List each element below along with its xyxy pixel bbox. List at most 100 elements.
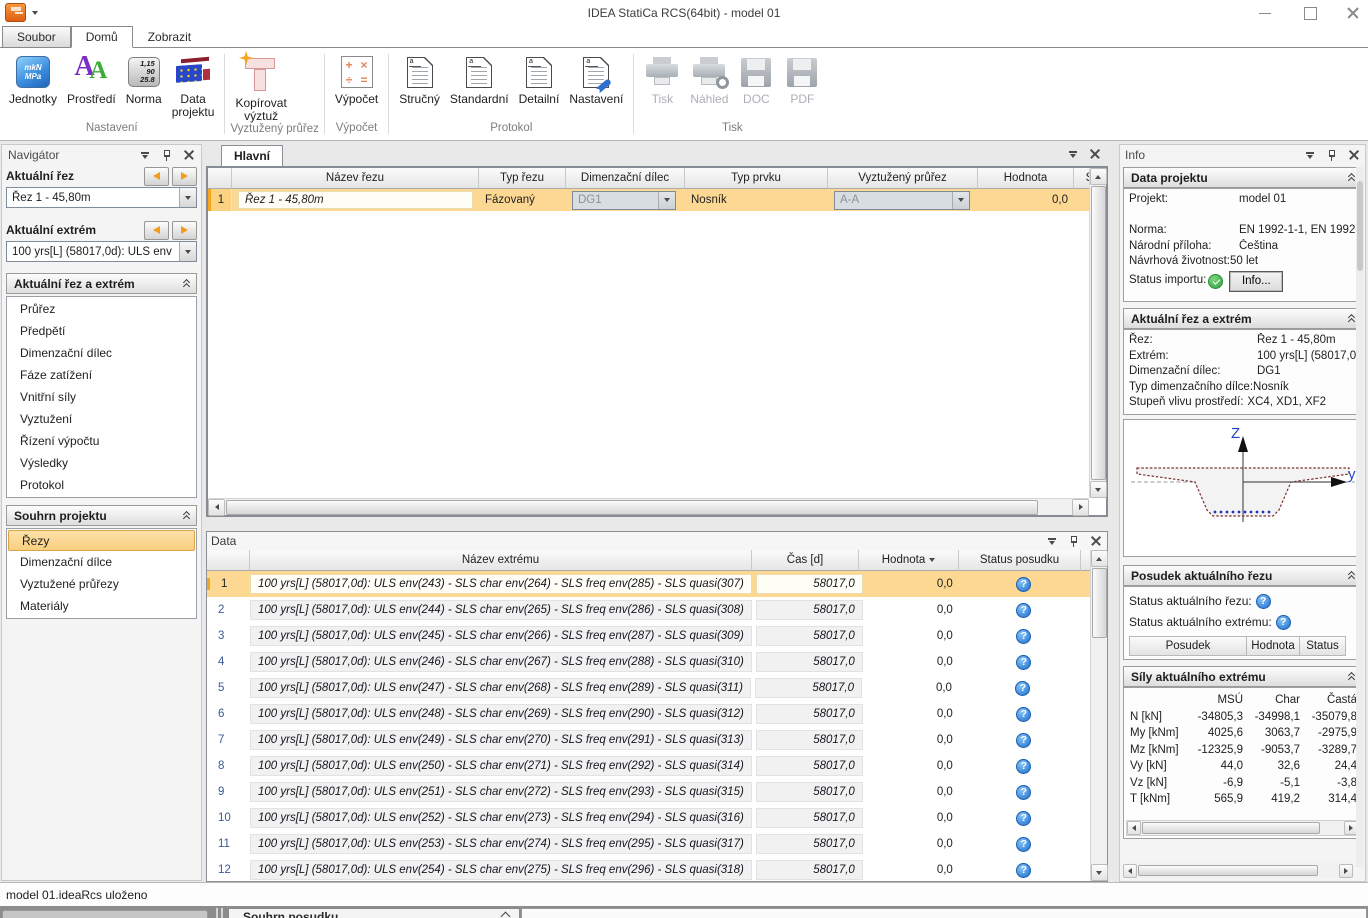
nav-item[interactable]: Fáze zatížení <box>7 364 196 386</box>
collapse-chevron-icon[interactable] <box>1349 673 1354 681</box>
doc-export-button[interactable]: DOC <box>733 52 779 106</box>
nav-item[interactable]: Dimenzační dílce <box>7 551 196 573</box>
question-status-icon[interactable]: ? <box>1016 655 1031 670</box>
section-header-posudek[interactable]: Posudek aktuálního řezu <box>1123 565 1362 586</box>
nav-item[interactable]: Materiály <box>7 595 196 617</box>
scroll-up-icon[interactable] <box>1090 168 1107 185</box>
scrollbar-thumb[interactable] <box>2 910 208 918</box>
header-dimenzacni-dilec[interactable]: Dimenzační dílec <box>566 168 685 189</box>
nav-item[interactable]: Průřez <box>7 298 196 320</box>
strucny-button[interactable]: a Stručný <box>394 52 445 106</box>
nav-item[interactable]: Předpětí <box>7 320 196 342</box>
nav-item[interactable]: Vyztužení <box>7 408 196 430</box>
section-header-sily[interactable]: Síly aktuálního extrému <box>1123 666 1362 687</box>
tab-hlavni[interactable]: Hlavní <box>221 145 283 166</box>
section-row[interactable]: 1 Řez 1 - 45,80m Fázovaný DG1 Nosník A-A… <box>208 189 1106 211</box>
scroll-left-icon[interactable] <box>1127 821 1141 835</box>
scroll-down-icon[interactable] <box>1091 864 1108 881</box>
nav-item[interactable]: Řezy <box>8 530 195 551</box>
nav-item[interactable]: Dimenzační dílec <box>7 342 196 364</box>
question-status-icon[interactable]: ? <box>1016 707 1031 722</box>
nahled-button[interactable]: Náhled <box>685 52 733 106</box>
scrollbar-thumb[interactable] <box>1138 865 1318 876</box>
scroll-left-icon[interactable] <box>208 499 225 516</box>
extreme-row[interactable]: 2 100 yrs[L] (58017,0d): ULS env(244) - … <box>207 597 1107 623</box>
collapse-chevron-icon[interactable] <box>501 912 511 918</box>
nav-item[interactable]: Vnitřní síly <box>7 386 196 408</box>
section-header-aktualni-rez-extrem[interactable]: Aktuální řez a extrém <box>1123 308 1362 329</box>
extreme-row[interactable]: 6 100 yrs[L] (58017,0d): ULS env(248) - … <box>207 701 1107 727</box>
scrollbar-thumb[interactable] <box>1357 181 1363 271</box>
document-menu-icon[interactable] <box>1065 147 1080 161</box>
horizontal-scrollbar[interactable] <box>208 498 1089 515</box>
question-status-icon[interactable]: ? <box>1016 577 1031 592</box>
panel-menu-icon[interactable] <box>1302 148 1317 162</box>
hodnota-column-header[interactable]: Hodnota <box>1247 636 1300 656</box>
extreme-name-cell[interactable]: 100 yrs[L] (58017,0d): ULS env(253) - SL… <box>250 834 752 854</box>
extreme-name-cell[interactable]: 100 yrs[L] (58017,0d): ULS env(252) - SL… <box>250 808 752 828</box>
extreme-row[interactable]: 4 100 yrs[L] (58017,0d): ULS env(246) - … <box>207 649 1107 675</box>
scroll-right-icon[interactable] <box>1072 499 1089 516</box>
question-status-icon[interactable]: ? <box>1016 837 1031 852</box>
scroll-right-icon[interactable] <box>1339 864 1353 878</box>
header-typ-rezu[interactable]: Typ řezu <box>479 168 566 189</box>
posudek-column-header[interactable]: Posudek <box>1129 636 1247 656</box>
extreme-name-cell[interactable]: 100 yrs[L] (58017,0d): ULS env(243) - SL… <box>250 574 752 594</box>
kopirovat-vyztuz-button[interactable]: Kopírovat výztuž <box>230 52 291 123</box>
extreme-name-cell[interactable]: 100 yrs[L] (58017,0d): ULS env(248) - SL… <box>250 704 752 724</box>
tisk-button[interactable]: Tisk <box>639 52 685 106</box>
prev-extreme-button[interactable] <box>144 221 169 240</box>
extreme-row[interactable]: 9 100 yrs[L] (58017,0d): ULS env(251) - … <box>207 779 1107 805</box>
nav-item[interactable]: Protokol <box>7 474 196 496</box>
question-status-icon[interactable]: ? <box>1016 733 1031 748</box>
collapse-chevron-icon[interactable] <box>184 280 189 288</box>
extreme-name-cell[interactable]: 100 yrs[L] (58017,0d): ULS env(245) - SL… <box>250 626 752 646</box>
collapse-chevron-icon[interactable] <box>1349 174 1354 182</box>
info-button[interactable]: Info... <box>1229 271 1283 292</box>
standardni-button[interactable]: a Standardní <box>445 52 514 106</box>
chevron-down-icon[interactable] <box>179 188 196 207</box>
collapse-chevron-icon[interactable] <box>1349 315 1354 323</box>
status-column-header[interactable]: Status <box>1300 636 1346 656</box>
souhrn-posudku-panel-header[interactable]: Souhrn posudku <box>228 908 520 918</box>
extreme-row[interactable]: 8 100 yrs[L] (58017,0d): ULS env(250) - … <box>207 753 1107 779</box>
extreme-row[interactable]: 11 100 yrs[L] (58017,0d): ULS env(253) -… <box>207 831 1107 857</box>
question-status-icon[interactable]: ? <box>1016 759 1031 774</box>
jednotky-button[interactable]: mkNMPa Jednotky <box>4 52 62 106</box>
collapse-chevron-icon[interactable] <box>184 512 189 520</box>
extreme-row[interactable]: 12 100 yrs[L] (58017,0d): ULS env(254) -… <box>207 857 1107 883</box>
header-nazev-rezu[interactable]: Název řezu <box>232 168 479 189</box>
extreme-name-cell[interactable]: 100 yrs[L] (58017,0d): ULS env(244) - SL… <box>250 600 752 620</box>
panel-close-icon[interactable] <box>1346 148 1361 162</box>
info-vertical-scrollbar[interactable] <box>1356 167 1364 867</box>
section-header-aktualni[interactable]: Aktuální řez a extrém <box>6 273 197 294</box>
header-status-posudku[interactable]: Status posudku <box>959 550 1081 571</box>
extreme-row[interactable]: 10 100 yrs[L] (58017,0d): ULS env(252) -… <box>207 805 1107 831</box>
norma-button[interactable]: 1,159025.8 Norma <box>121 52 167 106</box>
tab-zobrazit[interactable]: Zobrazit <box>133 26 206 48</box>
vertical-scrollbar[interactable] <box>1089 168 1106 498</box>
vertical-scrollbar[interactable] <box>1090 550 1107 881</box>
scrollbar-thumb[interactable] <box>1142 822 1320 834</box>
extreme-row[interactable]: 3 100 yrs[L] (58017,0d): ULS env(245) - … <box>207 623 1107 649</box>
pin-icon[interactable] <box>1066 534 1081 548</box>
minimize-button[interactable] <box>1258 6 1272 20</box>
extreme-name-cell[interactable]: 100 yrs[L] (58017,0d): ULS env(247) - SL… <box>250 678 751 698</box>
pin-icon[interactable] <box>1324 148 1339 162</box>
extreme-name-cell[interactable]: 100 yrs[L] (58017,0d): ULS env(246) - SL… <box>250 652 752 672</box>
question-status-icon[interactable]: ? <box>1016 863 1031 878</box>
pin-icon[interactable] <box>159 148 174 162</box>
extreme-name-cell[interactable]: 100 yrs[L] (58017,0d): ULS env(250) - SL… <box>250 756 752 776</box>
close-button[interactable] <box>1346 6 1360 20</box>
scrollbar-thumb[interactable] <box>1092 568 1107 638</box>
horizontal-scrollbar[interactable] <box>1126 820 1359 836</box>
nastaveni-protokolu-button[interactable]: a Nastavení <box>564 52 628 106</box>
tab-domu[interactable]: Domů <box>71 26 133 48</box>
panel-menu-icon[interactable] <box>137 148 152 162</box>
design-member-combobox[interactable]: DG1 <box>572 191 676 210</box>
splitter-handle[interactable] <box>216 908 223 918</box>
extreme-row[interactable]: 1 100 yrs[L] (58017,0d): ULS env(243) - … <box>207 571 1107 597</box>
panel-menu-icon[interactable] <box>1044 534 1059 548</box>
tab-soubor[interactable]: Soubor <box>2 26 71 48</box>
section-combobox[interactable]: Řez 1 - 45,80m <box>6 187 197 208</box>
